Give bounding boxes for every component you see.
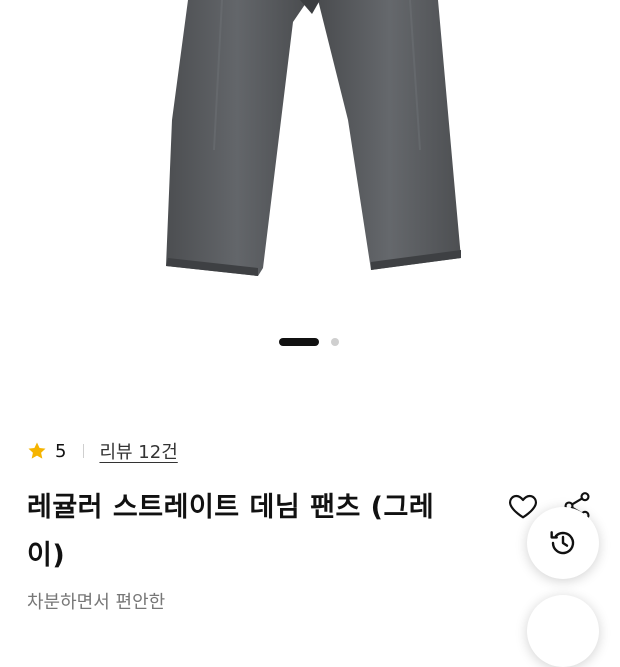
carousel-dot[interactable]	[331, 338, 339, 346]
product-image[interactable]	[0, 0, 620, 372]
product-subtitle: 차분하면서 편안한	[27, 592, 166, 613]
rating-score: 5	[55, 440, 67, 462]
floating-button[interactable]	[527, 595, 599, 667]
recent-history-button[interactable]	[527, 507, 599, 579]
divider	[83, 444, 85, 458]
carousel-dot-active[interactable]	[279, 338, 319, 346]
rating-row: 5 리뷰 12건	[27, 438, 178, 464]
heart-icon	[509, 494, 537, 519]
product-title: 레귤러 스트레이트 데님 팬츠 (그레이)	[27, 492, 435, 571]
reviews-link[interactable]: 리뷰 12건	[99, 438, 177, 464]
history-icon	[550, 531, 575, 555]
jeans-illustration	[166, 0, 461, 276]
star-icon	[27, 441, 47, 461]
carousel-indicator	[0, 336, 620, 348]
